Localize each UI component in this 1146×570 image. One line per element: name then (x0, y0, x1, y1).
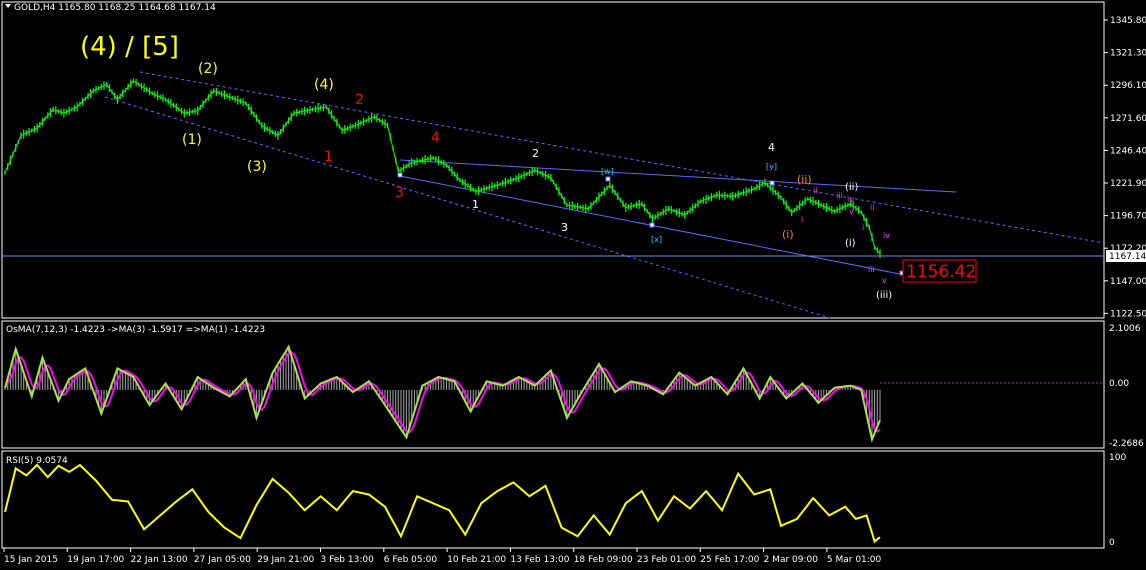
price-axis-label: 1271.60 (1110, 114, 1146, 124)
wave-label-w-cyan: [w] (601, 167, 614, 176)
price-axis: 1345.80 1321.30 1296.10 1271.60 1246.40 1221.… (1104, 16, 1146, 319)
price-bars (4, 78, 881, 258)
wave-label-3-white: 3 (561, 221, 568, 234)
wave-label-2-yellow: (2) (198, 61, 218, 77)
wave-label-y-cyan: [y] (766, 162, 777, 171)
wave-label-i-magenta: i (801, 215, 803, 224)
target-price-label: 1156.42 (902, 259, 977, 283)
wave-label-iii-white: (iii) (876, 290, 892, 301)
upper-channel-dashed (139, 71, 1105, 244)
price-axis-label: 1196.70 (1110, 212, 1146, 222)
mt4-chart-window[interactable]: GOLD,H4 1165.80 1168.25 1164.68 1167.14 … (0, 0, 1146, 566)
current-price-tag-text: 1167.14 (1109, 252, 1146, 262)
wave-label-ii-white: (ii) (845, 182, 858, 193)
wave-label-big: (4) / [5] (80, 32, 179, 62)
price-axis-label: 1345.80 (1110, 16, 1146, 26)
time-axis: 15 Jan 2015 19 Jan 17:00 22 Jan 13:00 27 Ja… (3, 548, 882, 565)
rsi-axis-bottom: 0 (1109, 538, 1115, 548)
time-axis-label: 27 Jan 05:00 (194, 555, 251, 565)
osma-signal-line (4, 351, 881, 434)
time-axis-label: 18 Feb 09:00 (574, 555, 633, 565)
osma-series (4, 344, 881, 443)
osma-main-line (4, 344, 881, 443)
price-axis-label: 1221.90 (1110, 179, 1146, 189)
time-axis-label: 22 Jan 13:00 (131, 555, 188, 565)
wave-label-iii-magenta: iii (836, 191, 843, 200)
time-axis-label: 5 Mar 01:00 (827, 555, 882, 565)
wave-w-marker (605, 176, 611, 182)
rsi-line (4, 463, 881, 544)
price-series (4, 78, 881, 258)
elliott-wave-labels: (4) / [5] (2) (1) (3) (4) 1 2 3 4 1 2 3 … (80, 32, 892, 301)
wave-label-4-white: 4 (768, 141, 775, 154)
rsi-series (4, 463, 881, 544)
wave-label-iv-small: iv (883, 231, 890, 240)
time-axis-label: 13 Feb 13:00 (510, 555, 569, 565)
price-axis-label: 1122.50 (1110, 309, 1146, 319)
wave-label-3-red: 3 (395, 185, 404, 201)
price-axis-label: 1246.40 (1110, 146, 1146, 156)
wave-label-1-yellow: (1) (182, 132, 202, 148)
price-axis-label: 1296.10 (1110, 81, 1146, 91)
wave-label-i-orange: (i) (782, 228, 794, 241)
target-price-text: 1156.42 (906, 262, 976, 282)
wave-label-3-yellow: (3) (247, 159, 267, 175)
osma-axis-bottom: -2.2686 (1109, 439, 1144, 449)
time-axis-label: 23 Feb 01:00 (637, 555, 696, 565)
rsi-axis-top: 100 (1109, 453, 1126, 463)
osma-axis-top: 2.1006 (1109, 324, 1141, 334)
price-axis-label: 1147.00 (1110, 277, 1146, 287)
wave-label-4-red: 4 (431, 130, 440, 146)
time-axis-label: 2 Mar 09:00 (764, 555, 819, 565)
wedge-anchor-marker (397, 172, 403, 178)
chart-menu-arrow-icon[interactable] (5, 4, 11, 8)
wave-x-marker (649, 222, 655, 228)
wave-label-i-white: (i) (845, 238, 856, 249)
rsi-panel-frame (1, 450, 1105, 549)
price-axis-label: 1321.30 (1110, 49, 1146, 59)
wave-label-v-small: v (882, 276, 887, 285)
time-axis-label: 29 Jan 21:00 (257, 555, 314, 565)
osma-histogram (4, 346, 881, 440)
wave-label-1-red: 1 (324, 149, 333, 165)
wave-label-2-red: 2 (355, 92, 364, 108)
wave-label-ii-magenta: ii (813, 186, 817, 195)
wave-y-marker (769, 180, 775, 186)
time-axis-label: 19 Jan 17:00 (67, 555, 124, 565)
wave-label-i-small: i (862, 223, 864, 232)
wave-label-v-magenta: v (849, 207, 854, 216)
osma-title: OsMA(7,12,3) -1.4223 ->MA(3) -1.5917 =>M… (6, 325, 265, 335)
wave-label-ii-orange: (ii) (797, 173, 812, 186)
time-axis-label: 3 Feb 13:00 (321, 555, 375, 565)
osma-axis-zero: 0.00 (1109, 379, 1129, 389)
wave-label-x-cyan: [x] (651, 235, 662, 244)
time-axis-label: 25 Feb 17:00 (700, 555, 759, 565)
wave-label-iii-small: iii (868, 265, 875, 274)
wave-label-2-white: 2 (532, 147, 539, 160)
main-chart-title: GOLD,H4 1165.80 1168.25 1164.68 1167.14 (14, 3, 216, 13)
wave-label-4-yellow: (4) (314, 77, 334, 93)
wave-label-ii-small: ii (870, 203, 874, 212)
wave-label-iv-magenta: iv (847, 195, 854, 204)
time-axis-label: 10 Feb 21:00 (447, 555, 506, 565)
time-axis-label: 6 Feb 05:00 (384, 555, 438, 565)
time-axis-label: 15 Jan 2015 (4, 555, 58, 565)
chart-canvas[interactable]: GOLD,H4 1165.80 1168.25 1164.68 1167.14 … (0, 0, 1146, 566)
wave-label-1-white: 1 (472, 198, 479, 211)
